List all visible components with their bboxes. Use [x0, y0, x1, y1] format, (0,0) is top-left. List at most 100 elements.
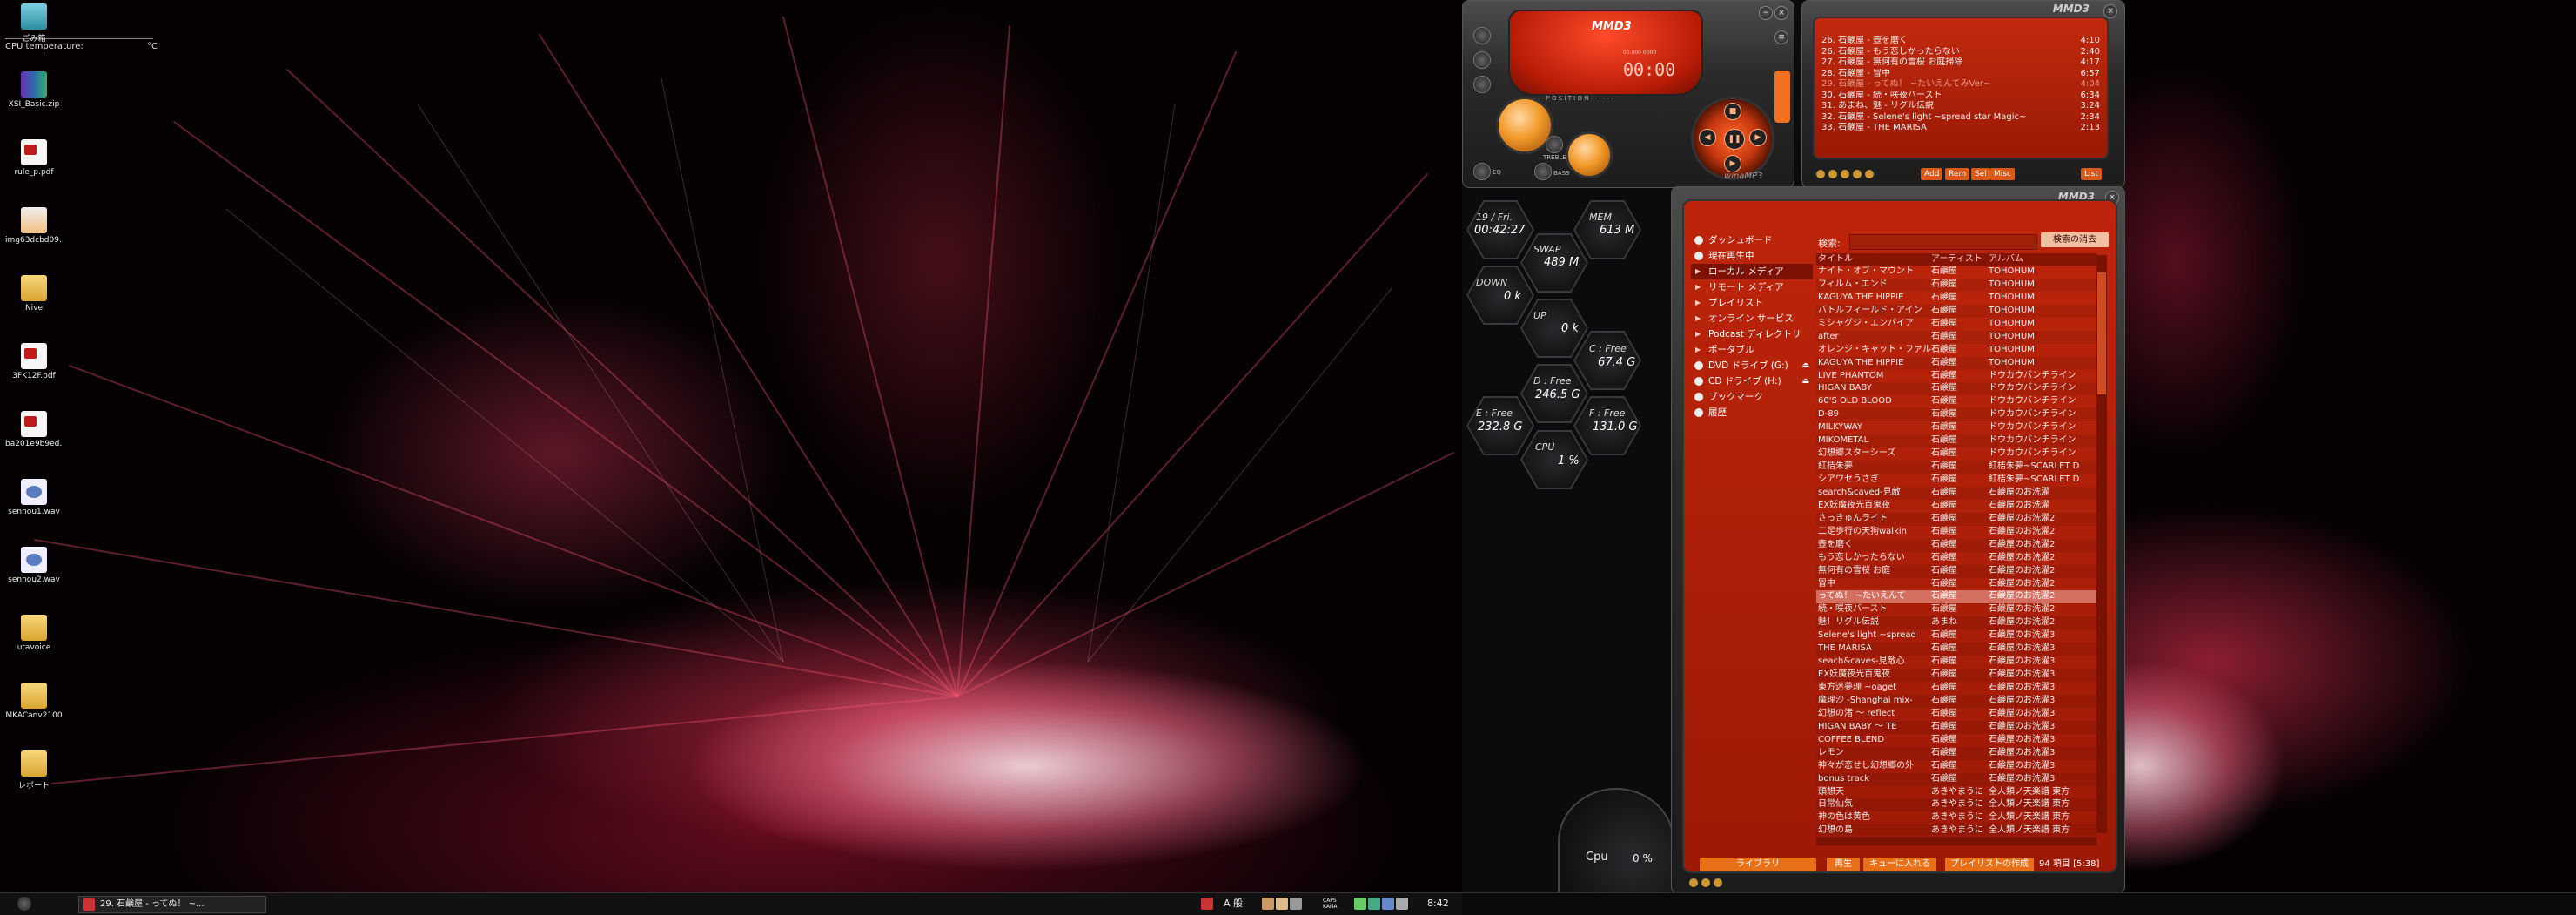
pl-sel-button[interactable]: Sel [1971, 168, 1990, 180]
table-row[interactable]: レモン 石鹸屋 石鹸屋のお洗濯3 [1816, 746, 2096, 760]
table-row[interactable]: 幻想の島 あきやまうに 全人類ノ天楽譜 東方 [1816, 824, 2096, 835]
table-row[interactable]: MIKOMETAL 石鹸屋 ドウカウバンチライン [1816, 434, 2096, 448]
next-button[interactable]: ▶ [1749, 129, 1767, 146]
playlist-row[interactable]: 33. 石鹸屋 - THE MARISA 2:13 [1821, 123, 2100, 134]
desktop-icon-wav[interactable]: sennou1.wav [5, 479, 63, 516]
pl-pause-button[interactable] [1841, 170, 1849, 178]
column-title[interactable]: タイトル [1816, 253, 1931, 266]
nav-item[interactable]: DVD ドライブ (G:) [1691, 358, 1813, 373]
table-row[interactable]: 紅桔朱夢 石鹸屋 紅桔朱夢~SCARLET D [1816, 461, 2096, 474]
desktop-icon-wav[interactable]: sennou2.wav [5, 547, 63, 584]
table-row[interactable]: 魅！リグル伝説 あまね 石鹸屋のお洗濯2 [1816, 616, 2096, 630]
table-row[interactable]: 60'S OLD BLOOD 石鹸屋 ドウカウバンチライン [1816, 395, 2096, 408]
table-row[interactable]: 東方迷夢理 ~oaget 石鹸屋 石鹸屋のお洗濯3 [1816, 682, 2096, 695]
table-row[interactable]: KAGUYA THE HIPPIE 石鹸屋 TOHOHUM [1816, 292, 2096, 305]
prev-button[interactable]: ◀ [1699, 129, 1716, 146]
clear-search-button[interactable]: 検索の消去 [2041, 232, 2109, 247]
lib-play-button[interactable] [1689, 878, 1698, 887]
play-button[interactable]: ▶ [1724, 155, 1741, 172]
table-row[interactable]: オレンジ・キャット・ファル 石鹸屋 TOHOHUM [1816, 344, 2096, 357]
table-row[interactable]: EX妖魔夜光百鬼夜 石鹸屋 石鹸屋のお洗濯3 [1816, 669, 2096, 682]
pl-rem-button[interactable]: Rem [1945, 168, 1970, 180]
table-row[interactable]: 神の色は黄色 あきやまうに 全人類ノ天楽譜 東方 [1816, 811, 2096, 824]
table-row[interactable]: HIGAN BABY 石鹸屋 ドウカウバンチライン [1816, 382, 2096, 396]
table-row[interactable]: バトルフィールド・アイン 石鹸屋 TOHOHUM [1816, 304, 2096, 318]
player-option-button-1[interactable] [1473, 27, 1491, 44]
table-row[interactable]: D-89 石鹸屋 ドウカウバンチライン [1816, 408, 2096, 422]
playlist-close-button[interactable]: × [2103, 4, 2117, 18]
nav-item[interactable]: ダッシュボード [1691, 232, 1813, 248]
search-input[interactable] [1849, 234, 2037, 250]
nav-item[interactable]: ▶ ローカル メディア [1691, 264, 1813, 279]
bass-button[interactable] [1534, 163, 1552, 180]
tray-record-icon[interactable] [1201, 898, 1213, 910]
tray-shield-icon[interactable] [1368, 898, 1380, 910]
pl-next-button[interactable] [1865, 170, 1874, 178]
desktop-icon-pdf[interactable]: ba201e9b9ed... [5, 411, 63, 448]
table-row[interactable]: フィルム・エンド 石鹸屋 TOHOHUM [1816, 278, 2096, 292]
table-row[interactable]: 続・咲夜バースト 石鹸屋 石鹸屋のお洗濯2 [1816, 603, 2096, 616]
playlist-row[interactable]: 27. 石鹸屋 - 無何有の雪桜 お庭掃除 4:17 [1821, 57, 2100, 69]
tray-help-icon[interactable] [1290, 898, 1302, 910]
nav-item[interactable]: 現在再生中 [1691, 248, 1813, 264]
table-row[interactable]: 神々が恋せし幻想郷の外 石鹸屋 石鹸屋のお洗濯3 [1816, 760, 2096, 773]
nav-item[interactable]: ▶ リモート メディア [1691, 279, 1813, 295]
lib-pause-button[interactable] [1701, 878, 1710, 887]
pl-play-button[interactable] [1828, 170, 1837, 178]
desktop-icon-folder[interactable]: Nive [5, 275, 63, 313]
table-row[interactable]: 魔理沙 -Shanghai mix- 石鹸屋 石鹸屋のお洗濯3 [1816, 694, 2096, 708]
pl-stop-button[interactable] [1853, 170, 1862, 178]
taskbar-task-button[interactable]: 29. 石鹸屋 - ってぬ！ ~... [78, 896, 266, 913]
tray-volume-icon[interactable] [1396, 898, 1408, 910]
table-row[interactable]: さっきゅんライト 石鹸屋 石鹸屋のお洗濯2 [1816, 512, 2096, 526]
playlist-row[interactable]: 31. あまね、魅 - リグル伝説 3:24 [1821, 101, 2100, 112]
desktop-icon-folder[interactable]: utavoice [5, 615, 63, 652]
ime-indicator[interactable]: A 般 [1224, 896, 1243, 912]
pl-add-button[interactable]: Add [1921, 168, 1943, 180]
playlist-row[interactable]: 26. 石鹸屋 - もう恋しかったらない 2:40 [1821, 47, 2100, 58]
table-row[interactable]: ってぬ！ ~たいえんて 石鹸屋 石鹸屋のお洗濯2 [1816, 590, 2096, 604]
enqueue-button[interactable]: キューに入れる [1863, 858, 1936, 871]
table-row[interactable]: 無何有の雪桜 お庭 石鹸屋 石鹸屋のお洗濯2 [1816, 564, 2096, 578]
desktop-icon-bin[interactable]: ごみ箱 [5, 3, 63, 44]
table-row[interactable]: もう恋しかったらない 石鹸屋 石鹸屋のお洗濯2 [1816, 552, 2096, 565]
play-selected-button[interactable]: 再生 [1827, 858, 1860, 871]
desktop-icon-zip[interactable]: XSI_Basic.zip [5, 71, 63, 109]
playlist-row[interactable]: 32. 石鹸屋 - Selene's light ~spread star Ma… [1821, 112, 2100, 124]
tray-bluetooth-icon[interactable] [1382, 898, 1394, 910]
table-row[interactable]: LIVE PHANTOM 石鹸屋 ドウカウバンチライン [1816, 370, 2096, 383]
table-row[interactable]: Selene's light ~spread 石鹸屋 石鹸屋のお洗濯3 [1816, 629, 2096, 643]
nav-item[interactable]: ▶ オンライン サービス [1691, 311, 1813, 326]
nav-item[interactable]: ▶ Podcast ディレクトリ [1691, 326, 1813, 342]
pl-misc-button[interactable]: Misc [1990, 168, 2015, 180]
taskbar-clock[interactable]: 8:42 [1427, 896, 1449, 912]
table-row[interactable]: 冒中 石鹸屋 石鹸屋のお洗濯2 [1816, 578, 2096, 591]
column-artist[interactable]: アーティスト [1931, 253, 1989, 266]
table-row[interactable]: after 石鹸屋 TOHOHUM [1816, 330, 2096, 344]
playlist-row[interactable]: 26. 石鹸屋 - 壺を磨く 4:10 [1821, 36, 2100, 47]
nav-item[interactable]: CD ドライブ (H:) [1691, 373, 1813, 389]
pause-button[interactable]: ❚❚ [1724, 129, 1745, 150]
vertical-scrollbar[interactable] [2096, 255, 2107, 833]
start-button[interactable] [17, 897, 31, 911]
stop-button[interactable]: ■ [1724, 103, 1741, 120]
table-row[interactable]: EX妖魔夜光百鬼夜 石鹸屋 石鹸屋のお洗濯 [1816, 500, 2096, 513]
horizontal-scrollbar[interactable] [1816, 837, 2096, 845]
tray-network-icon[interactable] [1354, 898, 1366, 910]
table-row[interactable]: COFFEE BLEND 石鹸屋 石鹸屋のお洗濯3 [1816, 734, 2096, 747]
desktop-icon-folder[interactable]: レポート [5, 750, 63, 791]
table-row[interactable]: bonus track 石鹸屋 石鹸屋のお洗濯3 [1816, 772, 2096, 786]
scrollbar-thumb[interactable] [2097, 272, 2106, 394]
desktop-icon-pdf[interactable]: 3FK12F.pdf [5, 343, 63, 380]
tray-tool-icon[interactable] [1262, 898, 1274, 910]
table-row[interactable]: KAGUYA THE HIPPIE 石鹸屋 TOHOHUM [1816, 356, 2096, 370]
nav-item[interactable]: ▶ プレイリスト [1691, 295, 1813, 311]
eq-button[interactable] [1473, 163, 1491, 180]
table-row[interactable]: 幻想の渚 ～ reflect 石鹸屋 石鹸屋のお洗濯3 [1816, 708, 2096, 721]
table-row[interactable]: シアワセうさぎ 石鹸屋 紅桔朱夢~SCARLET D [1816, 474, 2096, 487]
create-playlist-button[interactable]: プレイリストの作成 [1945, 858, 2034, 871]
minimize-button[interactable]: − [1759, 6, 1773, 20]
table-row[interactable]: 二足歩行の天狗walkin 石鹸屋 石鹸屋のお洗濯2 [1816, 526, 2096, 539]
table-row[interactable]: ミシャグジ・エンパイア 石鹸屋 TOHOHUM [1816, 318, 2096, 331]
table-row[interactable]: 頭想天 あきやまうに 全人類ノ天楽譜 東方 [1816, 786, 2096, 799]
